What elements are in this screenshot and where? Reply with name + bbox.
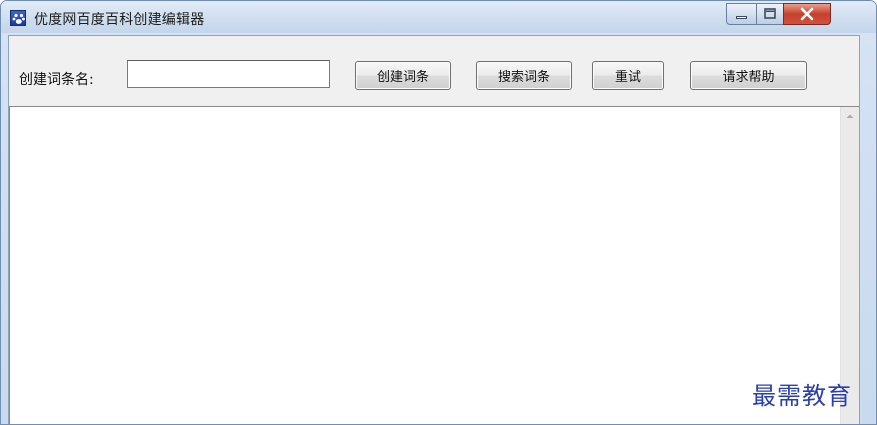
entry-name-input[interactable] [127, 60, 330, 88]
window-title: 优度网百度百科创建编辑器 [34, 12, 205, 28]
title-bar[interactable]: 优度网百度百科创建编辑器 [1, 1, 876, 33]
search-entry-button[interactable]: 搜索词条 [476, 61, 572, 90]
entry-name-label: 创建词条名: [19, 72, 94, 88]
close-button[interactable] [783, 3, 831, 25]
help-button[interactable]: 请求帮助 [690, 61, 807, 90]
scroll-up-button[interactable] [841, 107, 859, 125]
editor-text-area[interactable] [9, 106, 859, 424]
client-area: 创建词条名: 创建词条 搜索词条 重试 请求帮助 [8, 35, 860, 424]
chevron-up-icon [846, 114, 854, 118]
close-icon [800, 7, 814, 21]
reset-button[interactable]: 重试 [592, 61, 664, 90]
minimize-icon [736, 16, 747, 19]
create-entry-button[interactable]: 创建词条 [355, 61, 451, 90]
minimize-button[interactable] [726, 3, 757, 25]
maximize-icon [764, 8, 776, 19]
app-window: 优度网百度百科创建编辑器 创建词条名: 创建词条 搜索词条 重试 请求帮助 [0, 0, 877, 425]
maximize-button[interactable] [756, 3, 784, 25]
watermark-logo-text: 最需教育 [752, 382, 852, 410]
app-paw-icon [10, 10, 26, 26]
